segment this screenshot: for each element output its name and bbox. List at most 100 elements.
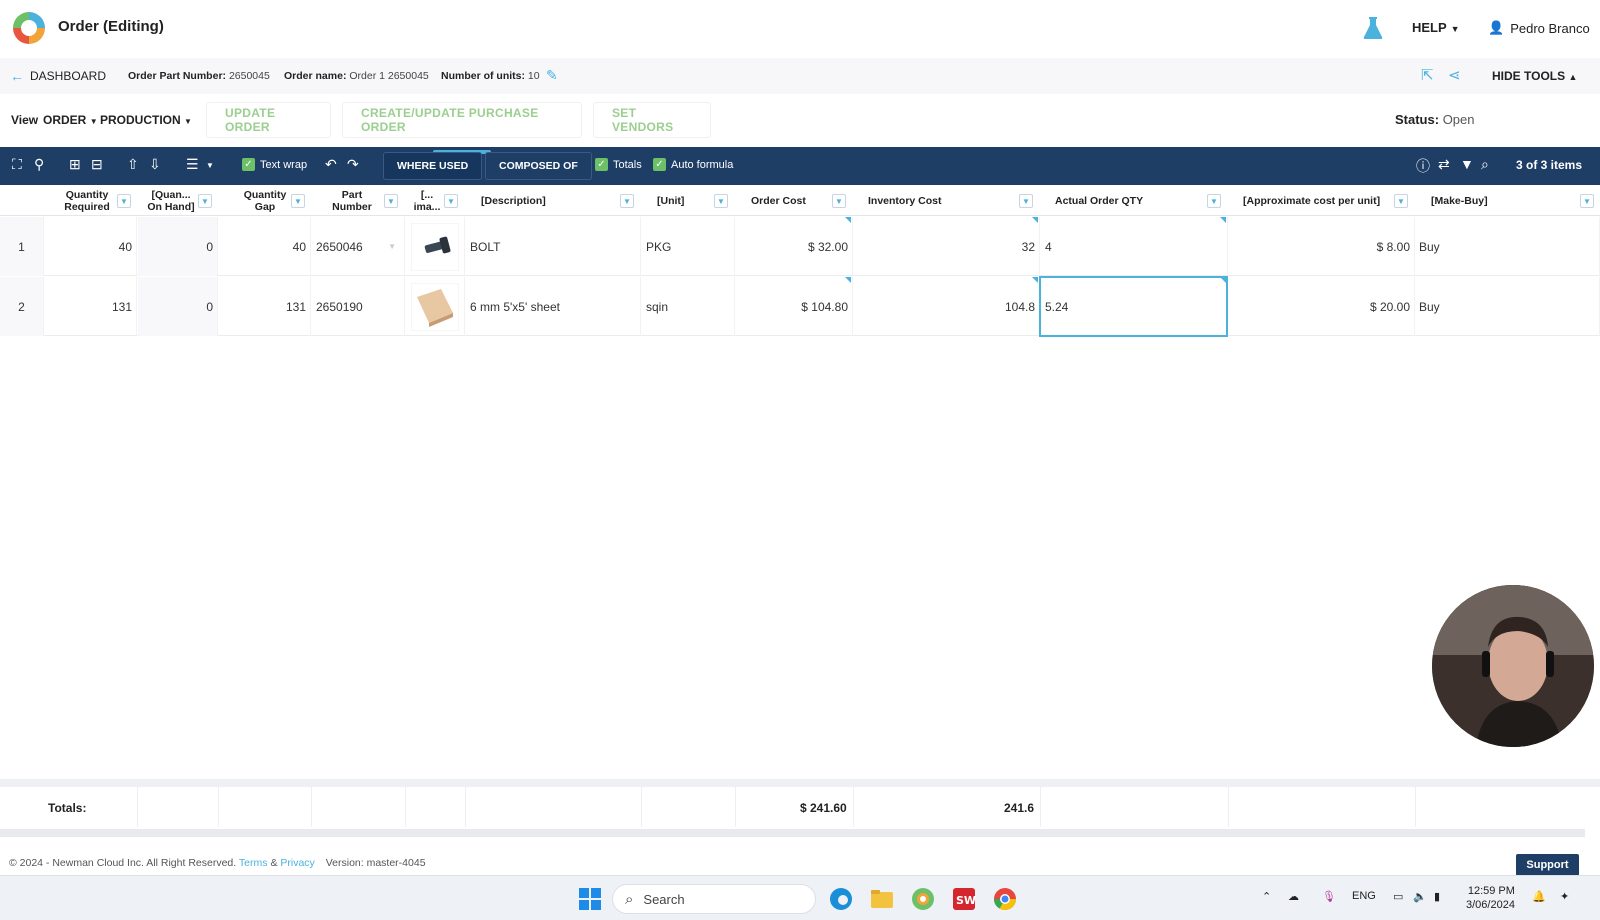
hierarchy-icon[interactable]: ⛶ bbox=[12, 156, 22, 173]
column-filter-icon[interactable]: ▼ bbox=[198, 194, 212, 208]
column-header-image[interactable]: [... ima... bbox=[409, 186, 445, 216]
composed-of-button[interactable]: COMPOSED OF bbox=[485, 152, 592, 180]
column-filter-icon[interactable]: ▼ bbox=[117, 194, 131, 208]
column-header-make-buy[interactable]: [Make-Buy] bbox=[1431, 186, 1488, 216]
chrome-alt-icon[interactable] bbox=[911, 887, 935, 911]
taskbar-clock[interactable]: 12:59 PM 3/06/2024 bbox=[1466, 884, 1515, 912]
column-header-description[interactable]: [Description] bbox=[481, 186, 546, 216]
cell-make-buy[interactable]: Buy bbox=[1416, 217, 1600, 276]
swap-icon[interactable]: ⇄ bbox=[1438, 156, 1450, 173]
terms-link[interactable]: Terms bbox=[239, 857, 268, 869]
column-header-actual-order-qty[interactable]: Actual Order QTY bbox=[1055, 186, 1143, 216]
column-filter-icon[interactable]: ▼ bbox=[1394, 194, 1408, 208]
notification-icon[interactable]: 🔔 bbox=[1532, 890, 1546, 903]
caret-down-icon[interactable]: ▼ bbox=[206, 161, 214, 170]
update-order-button[interactable]: UPDATE ORDER bbox=[206, 102, 331, 138]
file-explorer-icon[interactable] bbox=[870, 887, 894, 911]
export-icon[interactable]: ⇱ bbox=[1421, 66, 1434, 84]
taskbar-search[interactable]: ⌕ Search bbox=[612, 884, 816, 914]
cell-quantity-gap[interactable]: 40 bbox=[219, 217, 311, 276]
column-header-unit[interactable]: [Unit] bbox=[657, 186, 684, 216]
chrome-browser-icon[interactable] bbox=[993, 887, 1017, 911]
cell-quantity-required[interactable]: 40 bbox=[45, 217, 137, 276]
column-filter-icon[interactable]: ▼ bbox=[832, 194, 846, 208]
pencil-icon[interactable]: ✎ bbox=[546, 67, 558, 84]
column-filter-icon[interactable]: ▼ bbox=[1580, 194, 1594, 208]
battery-icon[interactable]: ▮ bbox=[1434, 890, 1440, 903]
cell-make-buy[interactable]: Buy bbox=[1416, 277, 1600, 336]
column-header-quantity-on-hand[interactable]: [Quan... On Hand] bbox=[141, 186, 201, 216]
undo-icon[interactable]: ↶ bbox=[325, 156, 337, 173]
support-button[interactable]: Support bbox=[1516, 854, 1579, 876]
totals-checkbox[interactable]: ✓ Totals bbox=[595, 158, 642, 171]
move-up-icon[interactable]: ⇧ bbox=[127, 156, 139, 173]
text-wrap-checkbox[interactable]: ✓ Text wrap bbox=[242, 158, 307, 171]
column-header-order-cost[interactable]: Order Cost bbox=[751, 186, 806, 216]
cell-part-number[interactable]: 2650046 ▼ bbox=[312, 217, 405, 276]
redo-icon[interactable]: ↷ bbox=[347, 156, 359, 173]
column-filter-icon[interactable]: ▼ bbox=[291, 194, 305, 208]
cell-order-cost[interactable]: $ 104.80 bbox=[736, 277, 853, 336]
cell-quantity-on-hand[interactable]: 0 bbox=[138, 217, 218, 276]
volume-icon[interactable]: 🔈 bbox=[1413, 890, 1427, 903]
create-update-po-button[interactable]: CREATE/UPDATE PURCHASE ORDER bbox=[342, 102, 582, 138]
cell-unit[interactable]: PKG bbox=[642, 217, 735, 276]
column-header-inventory-cost[interactable]: Inventory Cost bbox=[868, 186, 942, 216]
align-icon[interactable]: ☰ bbox=[186, 156, 199, 173]
windows-start-icon[interactable] bbox=[578, 887, 602, 911]
move-down-icon[interactable]: ⇩ bbox=[149, 156, 161, 173]
remove-column-icon[interactable]: ⊟ bbox=[91, 156, 103, 173]
column-filter-icon[interactable]: ▼ bbox=[1207, 194, 1221, 208]
set-vendors-button[interactable]: SET VENDORS bbox=[593, 102, 711, 138]
solidworks-icon[interactable]: SW bbox=[952, 887, 976, 911]
cell-inventory-cost[interactable]: 104.8 bbox=[854, 277, 1040, 336]
column-header-part-number[interactable]: Part Number bbox=[327, 186, 377, 216]
column-header-quantity-required[interactable]: Quantity Required bbox=[56, 186, 118, 216]
help-menu[interactable]: HELP ▼ bbox=[1412, 20, 1460, 35]
microphone-icon[interactable]: 🎙 bbox=[1322, 890, 1336, 903]
cell-quantity-on-hand[interactable]: 0 bbox=[138, 277, 218, 336]
column-header-quantity-gap[interactable]: Quantity Gap bbox=[237, 186, 293, 216]
cell-actual-order-qty[interactable]: 4 bbox=[1041, 217, 1228, 276]
edge-browser-icon[interactable] bbox=[829, 887, 853, 911]
hierarchy-filter-icon[interactable]: ⚲ bbox=[34, 156, 44, 173]
cell-quantity-gap[interactable]: 131 bbox=[219, 277, 311, 336]
auto-formula-checkbox[interactable]: ✓ Auto formula bbox=[653, 158, 733, 171]
search-icon[interactable]: ⌕ bbox=[1481, 156, 1489, 173]
flask-icon[interactable] bbox=[1362, 16, 1384, 40]
table-row[interactable]: 1 40 0 40 2650046 ▼ BOLT PKG $ 32.00 32 4… bbox=[0, 217, 1600, 276]
column-filter-icon[interactable]: ▼ bbox=[620, 194, 634, 208]
copilot-icon[interactable]: ✦ bbox=[1560, 890, 1569, 903]
column-filter-icon[interactable]: ▼ bbox=[714, 194, 728, 208]
cell-image[interactable] bbox=[406, 217, 465, 276]
view-order-dropdown[interactable]: ORDER ▼ bbox=[43, 113, 98, 127]
privacy-link[interactable]: Privacy bbox=[280, 857, 314, 869]
cell-order-cost[interactable]: $ 32.00 bbox=[736, 217, 853, 276]
column-filter-icon[interactable]: ▼ bbox=[1019, 194, 1033, 208]
onedrive-cloud-icon[interactable]: ☁ bbox=[1288, 890, 1299, 903]
cell-image[interactable] bbox=[406, 277, 465, 336]
add-column-icon[interactable]: ⊞ bbox=[69, 156, 81, 173]
hide-tools-button[interactable]: HIDE TOOLS ▲ bbox=[1492, 69, 1577, 83]
info-icon[interactable]: ⓘ bbox=[1416, 156, 1430, 176]
cell-approximate-cost[interactable]: $ 8.00 bbox=[1229, 217, 1415, 276]
cell-description[interactable]: 6 mm 5'x5' sheet bbox=[466, 277, 641, 336]
where-used-button[interactable]: WHERE USED bbox=[383, 152, 483, 180]
display-icon[interactable]: ▭ bbox=[1393, 890, 1403, 903]
view-production-dropdown[interactable]: PRODUCTION ▼ bbox=[100, 113, 192, 127]
column-filter-icon[interactable]: ▼ bbox=[384, 194, 398, 208]
share-icon[interactable]: ⋖ bbox=[1448, 66, 1461, 84]
chevron-up-icon[interactable]: ⌃ bbox=[1262, 890, 1271, 903]
dashboard-back-link[interactable]: ← DASHBOARD bbox=[10, 68, 106, 84]
cell-approximate-cost[interactable]: $ 20.00 bbox=[1229, 277, 1415, 336]
horizontal-scrollbar[interactable] bbox=[0, 829, 1585, 837]
app-logo-icon[interactable] bbox=[11, 10, 47, 46]
cell-unit[interactable]: sqin bbox=[642, 277, 735, 336]
column-header-approximate-cost[interactable]: [Approximate cost per unit] bbox=[1243, 186, 1380, 216]
cell-inventory-cost[interactable]: 32 bbox=[854, 217, 1040, 276]
language-indicator[interactable]: ENG bbox=[1352, 890, 1376, 902]
cell-part-number[interactable]: 2650190 bbox=[312, 277, 405, 336]
user-menu[interactable]: 👤 Pedro Branco bbox=[1488, 20, 1590, 36]
filter-icon[interactable]: ▼ bbox=[1460, 156, 1474, 172]
cell-description[interactable]: BOLT bbox=[466, 217, 641, 276]
